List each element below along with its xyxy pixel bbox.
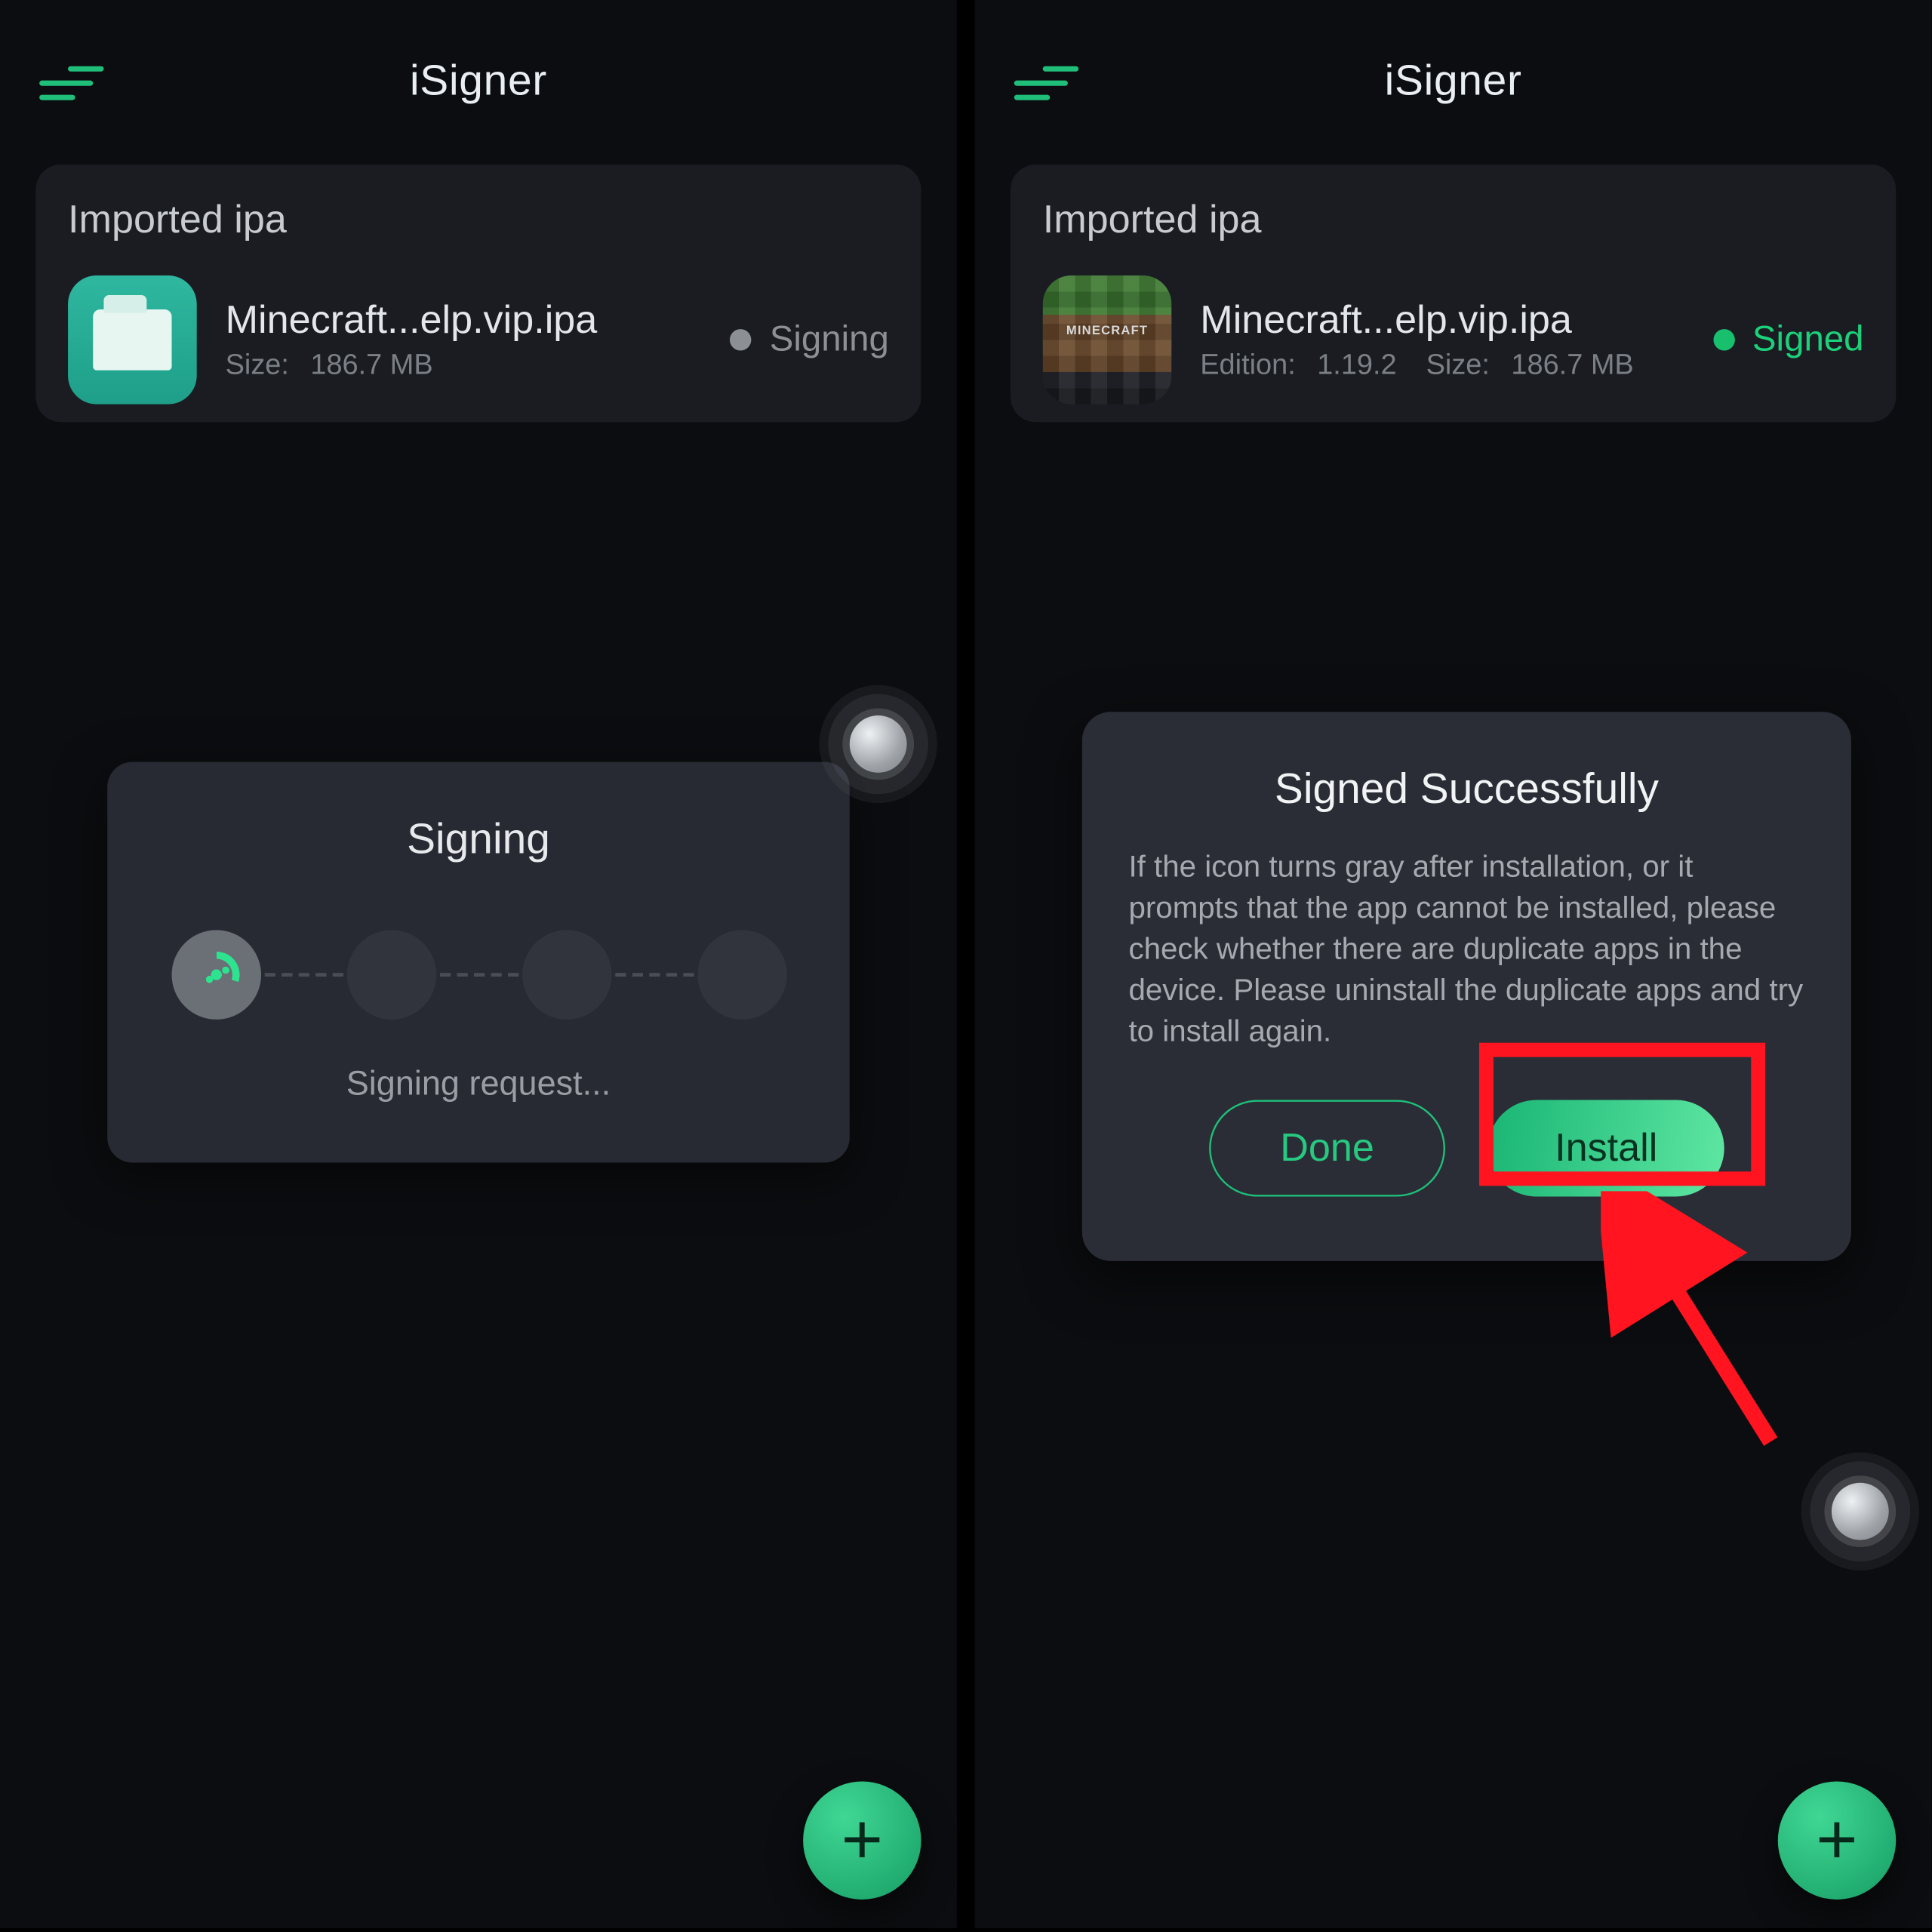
ipa-filename: Minecraft...elp.vip.ipa: [226, 297, 702, 343]
status-dot-icon: [1713, 329, 1734, 350]
plus-icon: +: [841, 1804, 883, 1876]
assistive-touch-icon[interactable]: [1810, 1461, 1910, 1561]
ipa-status: Signed: [1713, 319, 1864, 361]
header: iSigner: [0, 25, 957, 140]
signed-success-modal: Signed Successfully If the icon turns gr…: [1082, 712, 1851, 1260]
progress-steps: [154, 930, 803, 1020]
header: iSigner: [975, 25, 1932, 140]
signing-progress-modal: Signing Signing request...: [107, 762, 850, 1163]
add-button[interactable]: +: [803, 1782, 921, 1900]
ipa-row[interactable]: Minecraft...elp.vip.ipa Edition:1.19.2 S…: [1043, 275, 1864, 405]
progress-step-3-icon: [521, 930, 611, 1020]
install-button[interactable]: Install: [1488, 1100, 1724, 1196]
progress-divider-icon: [614, 973, 693, 977]
plus-icon: +: [1816, 1804, 1857, 1876]
section-title: Imported ipa: [68, 197, 889, 244]
screenshot-right: iSigner Imported ipa Minecraft...elp.vip…: [975, 0, 1932, 1928]
done-button[interactable]: Done: [1209, 1100, 1445, 1196]
imported-ipa-card: Imported ipa Minecraft...elp.vip.ipa Siz…: [35, 165, 921, 422]
status-dot-icon: [731, 329, 752, 350]
assistive-touch-icon[interactable]: [828, 694, 928, 795]
ipa-subline: Size:186.7 MB: [226, 351, 702, 383]
progress-step-4-icon: [697, 930, 786, 1020]
menu-button[interactable]: [39, 55, 103, 109]
status-text: Signed: [1752, 319, 1864, 361]
add-button[interactable]: +: [1778, 1782, 1896, 1900]
screenshot-left: iSigner Imported ipa Minecraft...elp.vip…: [0, 0, 957, 1928]
imported-ipa-card: Imported ipa Minecraft...elp.vip.ipa Edi…: [1011, 165, 1896, 422]
ipa-filename: Minecraft...elp.vip.ipa: [1200, 297, 1684, 343]
ipa-status: Signing: [731, 319, 889, 361]
menu-button[interactable]: [1014, 55, 1078, 109]
progress-step-2-icon: [346, 930, 436, 1020]
progress-divider-icon: [264, 973, 343, 977]
progress-step-1-icon: [171, 930, 260, 1020]
progress-subtitle: Signing request...: [154, 1066, 803, 1106]
status-text: Signing: [770, 319, 889, 361]
progress-title: Signing: [154, 816, 803, 866]
app-title: iSigner: [410, 57, 547, 107]
app-icon-placeholder: [68, 275, 197, 405]
section-title: Imported ipa: [1043, 197, 1864, 244]
progress-divider-icon: [439, 973, 518, 977]
app-icon-minecraft: [1043, 275, 1172, 405]
success-title: Signed Successfully: [1128, 765, 1804, 815]
ipa-row[interactable]: Minecraft...elp.vip.ipa Size:186.7 MB Si…: [68, 275, 889, 405]
ipa-subline: Edition:1.19.2 Size:186.7 MB: [1200, 351, 1684, 383]
app-title: iSigner: [1385, 57, 1522, 107]
success-body: If the icon turns gray after installatio…: [1128, 848, 1804, 1053]
